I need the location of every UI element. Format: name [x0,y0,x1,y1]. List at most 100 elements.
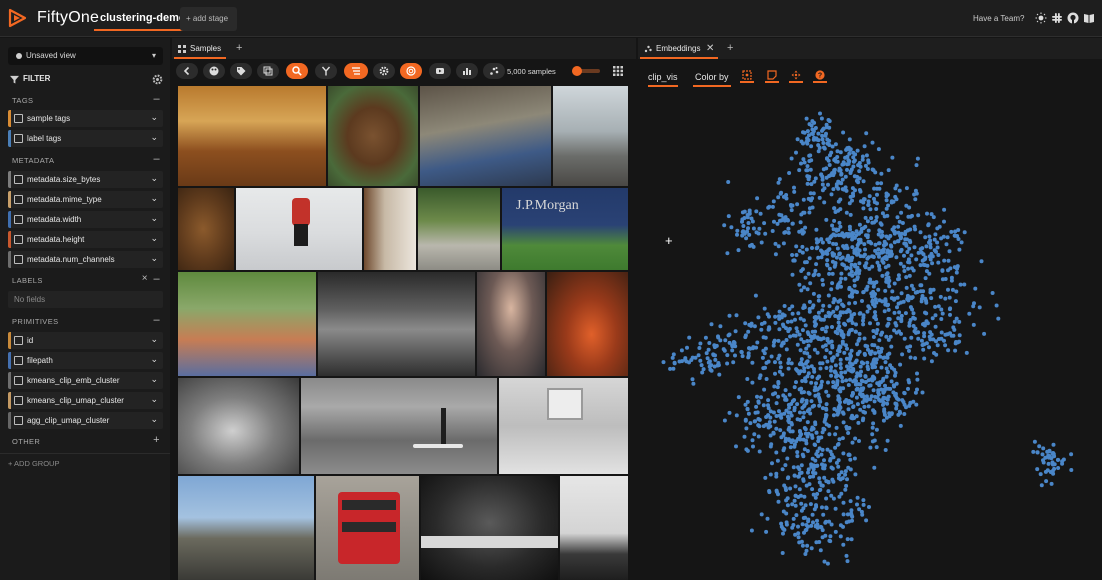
embedding-point[interactable] [931,337,936,342]
embedding-point[interactable] [827,304,832,309]
embedding-point[interactable] [839,271,844,276]
embedding-point[interactable] [842,399,847,404]
embedding-point[interactable] [753,410,758,415]
embedding-point[interactable] [1052,454,1057,459]
embedding-point[interactable] [797,282,802,287]
embedding-point[interactable] [740,354,745,359]
embedding-point[interactable] [827,271,832,276]
embedding-point[interactable] [939,336,944,341]
embedding-point[interactable] [813,176,818,181]
embedding-point[interactable] [772,219,776,224]
collapse-icon[interactable]: – [153,153,160,165]
docs-icon[interactable] [1083,12,1095,24]
have-a-team-link[interactable]: Have a Team? [973,14,1024,23]
embedding-point[interactable] [890,289,895,294]
embedding-point[interactable] [830,281,835,286]
embedding-point[interactable] [756,434,761,439]
embedding-point[interactable] [804,523,809,527]
embedding-point[interactable] [704,351,709,356]
embedding-point[interactable] [920,390,925,395]
embedding-point[interactable] [940,277,945,282]
embedding-point[interactable] [914,402,919,407]
embedding-point[interactable] [920,258,925,263]
embedding-point[interactable] [1031,449,1036,454]
embedding-point[interactable] [929,359,934,364]
embedding-point[interactable] [824,496,829,501]
embedding-point[interactable] [861,498,866,503]
embedding-point[interactable] [748,421,753,426]
embedding-point[interactable] [873,351,878,356]
embedding-point[interactable] [1050,462,1055,467]
embedding-point[interactable] [837,473,841,477]
embedding-point[interactable] [851,191,855,196]
embedding-point[interactable] [816,315,821,320]
embedding-point[interactable] [803,323,808,328]
embedding-point[interactable] [777,212,782,217]
embedding-point[interactable] [759,322,764,326]
embedding-point[interactable] [814,262,819,267]
embedding-point[interactable] [746,221,751,225]
embedding-point[interactable] [776,499,781,504]
embedding-point[interactable] [784,520,789,525]
embedding-point[interactable] [851,164,856,169]
embedding-point[interactable] [792,189,797,194]
embedding-point[interactable] [749,528,754,533]
embedding-point[interactable] [726,214,731,219]
embedding-point[interactable] [821,336,826,341]
embedding-point[interactable] [919,296,924,301]
embedding-point[interactable] [861,290,866,295]
embedding-point[interactable] [896,277,900,282]
embedding-point[interactable] [824,348,829,353]
embedding-point[interactable] [718,324,723,329]
embedding-point[interactable] [777,327,782,332]
embedding-point[interactable] [806,517,811,522]
embedding-point[interactable] [889,244,894,249]
embedding-point[interactable] [763,335,768,340]
embedding-point[interactable] [833,142,838,147]
field-id[interactable]: id ⌄ [8,332,163,349]
embedding-point[interactable] [841,542,846,547]
embedding-point[interactable] [893,373,897,378]
embedding-point[interactable] [831,187,836,192]
section-labels[interactable]: LABELS × – [8,272,164,288]
embedding-point[interactable] [889,200,894,205]
embedding-point[interactable] [809,158,814,163]
embedding-point[interactable] [764,422,769,427]
embedding-point[interactable] [783,463,788,468]
embedding-point[interactable] [880,273,885,278]
embedding-point[interactable] [851,405,856,409]
embedding-point[interactable] [670,355,675,360]
embedding-point[interactable] [742,209,747,214]
embedding-point[interactable] [828,368,833,373]
embedding-point[interactable] [874,215,879,220]
embedding-point[interactable] [816,435,821,440]
embedding-point[interactable] [833,445,838,450]
embedding-point[interactable] [884,386,889,391]
embedding-point[interactable] [827,174,832,178]
embedding-point[interactable] [835,246,840,251]
embedding-point[interactable] [867,505,871,509]
embedding-point[interactable] [776,244,781,249]
embedding-point[interactable] [926,222,931,227]
embedding-point[interactable] [817,403,822,408]
embedding-point[interactable] [771,392,775,397]
embedding-point[interactable] [857,231,861,236]
embedding-point[interactable] [852,283,857,288]
embedding-point[interactable] [971,322,976,327]
embedding-point[interactable] [884,334,889,339]
embedding-point[interactable] [711,353,716,358]
embedding-point[interactable] [828,534,833,539]
embedding-point[interactable] [824,166,829,171]
embedding-point[interactable] [833,529,838,534]
embedding-point[interactable] [831,455,836,460]
embedding-point[interactable] [894,183,899,188]
embedding-point[interactable] [804,168,809,173]
embedding-point[interactable] [852,378,857,383]
embedding-point[interactable] [774,489,779,494]
embedding-point[interactable] [870,362,875,367]
embedding-point[interactable] [845,265,850,270]
embedding-point[interactable] [793,317,797,322]
embedding-point[interactable] [802,303,807,308]
embedding-point[interactable] [821,141,826,145]
embedding-point[interactable] [756,315,761,320]
